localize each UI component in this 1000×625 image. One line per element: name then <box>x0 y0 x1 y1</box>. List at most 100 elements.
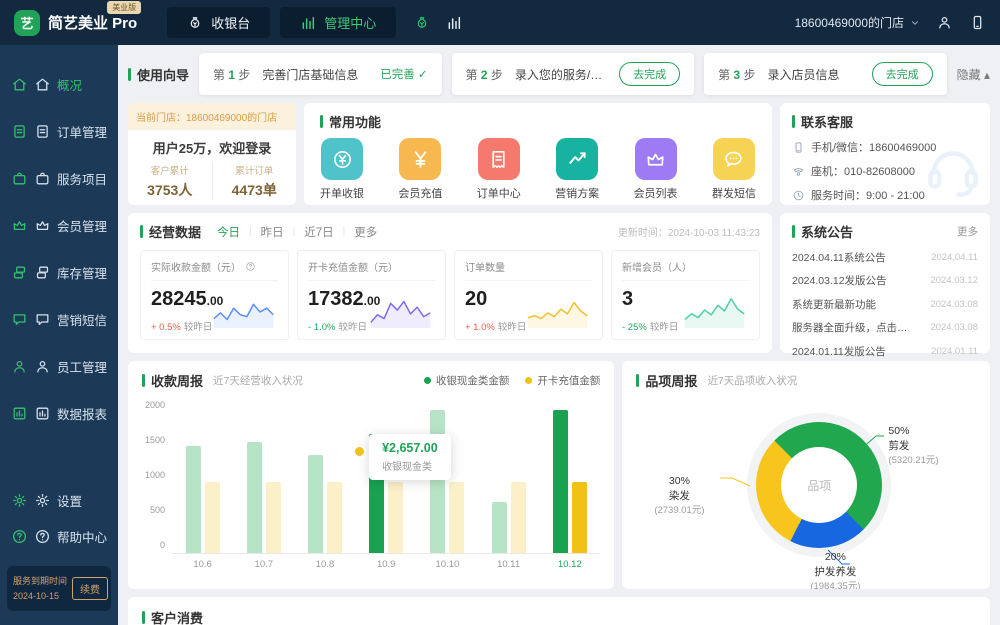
announcement-item[interactable]: 2024.01.11发版公告 2024.01.11 <box>792 344 978 359</box>
sidebar: 概况订单管理服务项目会员管理库存管理营销短信员工管理数据报表 设置帮助中心 服务… <box>0 45 118 625</box>
sidebar-item-help[interactable]: 帮助中心 <box>0 518 118 554</box>
mobile-icon <box>792 141 805 154</box>
sidebar-item-sms[interactable]: 营销短信 <box>0 296 118 343</box>
sparkline <box>526 294 592 328</box>
usage-guide: 使用向导 第 1 步 完善门店基础信息已完善 ✓第 2 步 录入您的服务/商品去… <box>128 53 990 95</box>
announcement-item[interactable]: 2024.04.11系统公告 2024.04.11 <box>792 250 978 265</box>
business-tab-昨日[interactable]: 昨日 <box>261 224 284 240</box>
x-tick-label: 10.10 <box>417 559 478 570</box>
business-tab-今日[interactable]: 今日 <box>217 224 240 240</box>
quick-function-会员列表[interactable]: 会员列表 <box>634 138 678 201</box>
gear-icon <box>11 492 28 509</box>
cashier-shortcut-icon[interactable] <box>414 15 430 31</box>
step-text: 录入店员信息 <box>767 66 839 83</box>
user-account-icon[interactable] <box>936 14 953 31</box>
y-axis: 2000150010005000 <box>142 404 172 554</box>
stat-title: 订单数量 <box>465 259 592 281</box>
legend-dot <box>424 377 431 384</box>
stats-shortcut-icon[interactable] <box>446 15 462 31</box>
sidebar-item-label: 库存管理 <box>57 263 107 282</box>
donut-label-haircare: 20% 护发养发 (1984.35元) <box>770 550 900 589</box>
sidebar-item-staff[interactable]: 员工管理 <box>0 343 118 390</box>
sidebar-item-reports[interactable]: 数据报表 <box>0 390 118 437</box>
clock-icon <box>792 189 805 202</box>
stat-change: - 25%较昨日 <box>622 319 678 333</box>
announcement-item[interactable]: 服务器全面升级，点击… 2024.03.08 <box>792 320 978 335</box>
trend-icon <box>566 148 589 171</box>
quick-function-会员充值[interactable]: 会员充值 <box>398 138 442 201</box>
guide-hide-link[interactable]: 隐藏 ▴ <box>957 66 990 83</box>
sidebar-item-settings[interactable]: 设置 <box>0 482 118 518</box>
quick-tile <box>478 138 520 180</box>
updated-time: 更新时间：2024-10-03 11:43:23 <box>618 224 760 239</box>
section-accent-bar <box>142 611 145 624</box>
legend-item[interactable]: 收银现金类金额 <box>424 373 510 388</box>
sidebar-item-overview[interactable]: 概况 <box>0 61 118 108</box>
announcements-more-link[interactable]: 更多 <box>957 224 978 239</box>
sidebar-item-members[interactable]: 会员管理 <box>0 202 118 249</box>
topbar-right: 18600469000的门店 <box>795 14 986 31</box>
y-tick-label: 2000 <box>142 400 165 410</box>
quick-function-开单收银[interactable]: 开单收银 <box>320 138 364 201</box>
store-stat-orders: 累计订单 4473单 <box>212 163 297 200</box>
top-bar: 艺 简艺美业 Pro 美业版 收银台 管理中心 18600469000的门店 <box>0 0 1000 45</box>
store-selector[interactable]: 18600469000的门店 <box>795 14 920 31</box>
bar-group-10.6 <box>172 404 233 553</box>
brand-logo-icon: 艺 <box>14 10 40 36</box>
announcement-item[interactable]: 2024.03.12发版公告 2024.03.12 <box>792 273 978 288</box>
bar-group-10.12 <box>539 404 600 553</box>
sidebar-item-inventory[interactable]: 库存管理 <box>0 249 118 296</box>
renew-button[interactable]: 续费 <box>72 577 108 600</box>
section-accent-bar <box>636 374 639 387</box>
help-icon <box>245 261 256 272</box>
x-axis: 10.610.710.810.910.1010.1110.12 <box>172 559 600 570</box>
app-root: 艺 简艺美业 Pro 美业版 收银台 管理中心 18600469000的门店 <box>0 0 1000 625</box>
bar <box>511 482 526 553</box>
sidebar-item-label: 数据报表 <box>57 404 107 423</box>
box-icon <box>11 264 28 281</box>
weekly-chart-title: 收款周报 <box>142 371 203 390</box>
step-number: 第 1 步 <box>213 66 250 83</box>
contact-support-card: 联系客服 手机/微信：18600469000座机：010-82608000服务时… <box>780 103 990 205</box>
step-action-button[interactable]: 去完成 <box>619 62 680 86</box>
quick-function-群发短信[interactable]: 群发短信 <box>712 138 756 201</box>
sidebar-item-orders[interactable]: 订单管理 <box>0 108 118 155</box>
stat-card: 实际收款金额（元） 28245.00 + 0.5%较昨日 <box>140 250 289 340</box>
bar <box>308 455 323 553</box>
item-report-title: 品项周报 <box>636 371 697 390</box>
topbar-shortcuts <box>414 15 462 31</box>
case-icon <box>34 170 51 187</box>
bar <box>205 482 220 553</box>
quick-functions-card: 常用功能 开单收银 会员充值 订单中心 营销方案 会员列表 群发短信 <box>304 103 772 205</box>
item-weekly-report-card: 品项周报 近7天品项收入状况 品项 50% <box>622 361 990 589</box>
legend-label: 收银现金类金额 <box>436 373 510 388</box>
bar-chart: 2000150010005000 ¥2,657.00 收银现金类 <box>142 404 600 554</box>
person-icon <box>34 358 51 375</box>
announcement-item[interactable]: 系统更新最新功能 2024.03.08 <box>792 297 978 312</box>
landline-icon <box>792 165 805 178</box>
legend-item[interactable]: 开卡充值金额 <box>525 373 600 388</box>
bar <box>388 482 403 553</box>
tab-cashier[interactable]: 收银台 <box>167 7 270 38</box>
business-tab-更多[interactable]: 更多 <box>354 224 377 240</box>
y-tick-label: 1500 <box>142 435 165 445</box>
sidebar-item-services[interactable]: 服务项目 <box>0 155 118 202</box>
x-tick-label: 10.8 <box>294 559 355 570</box>
weekly-chart-subtitle: 近7天经营收入状况 <box>213 373 303 388</box>
quick-function-label: 群发短信 <box>712 185 756 201</box>
donut-chart-area: 品项 50% 剪发 (5320.21元) 30% <box>636 390 976 586</box>
expiry-date: 2024-10-15 <box>13 589 67 603</box>
money-bag-icon <box>187 15 203 31</box>
announcement-date: 2024.03.08 <box>930 299 978 310</box>
bar <box>186 446 201 553</box>
quick-function-订单中心[interactable]: 订单中心 <box>477 138 521 201</box>
business-tab-近7日[interactable]: 近7日 <box>304 224 333 240</box>
y-tick-label: 0 <box>142 540 165 550</box>
doc-icon <box>34 123 51 140</box>
mobile-app-icon[interactable] <box>969 14 986 31</box>
tab-manage-center[interactable]: 管理中心 <box>280 7 396 38</box>
quick-function-营销方案[interactable]: 营销方案 <box>555 138 599 201</box>
donut-label-haircut: 50% 剪发 (5320.21元) <box>888 424 938 468</box>
step-action-button[interactable]: 去完成 <box>872 62 933 86</box>
msg-icon <box>11 311 28 328</box>
